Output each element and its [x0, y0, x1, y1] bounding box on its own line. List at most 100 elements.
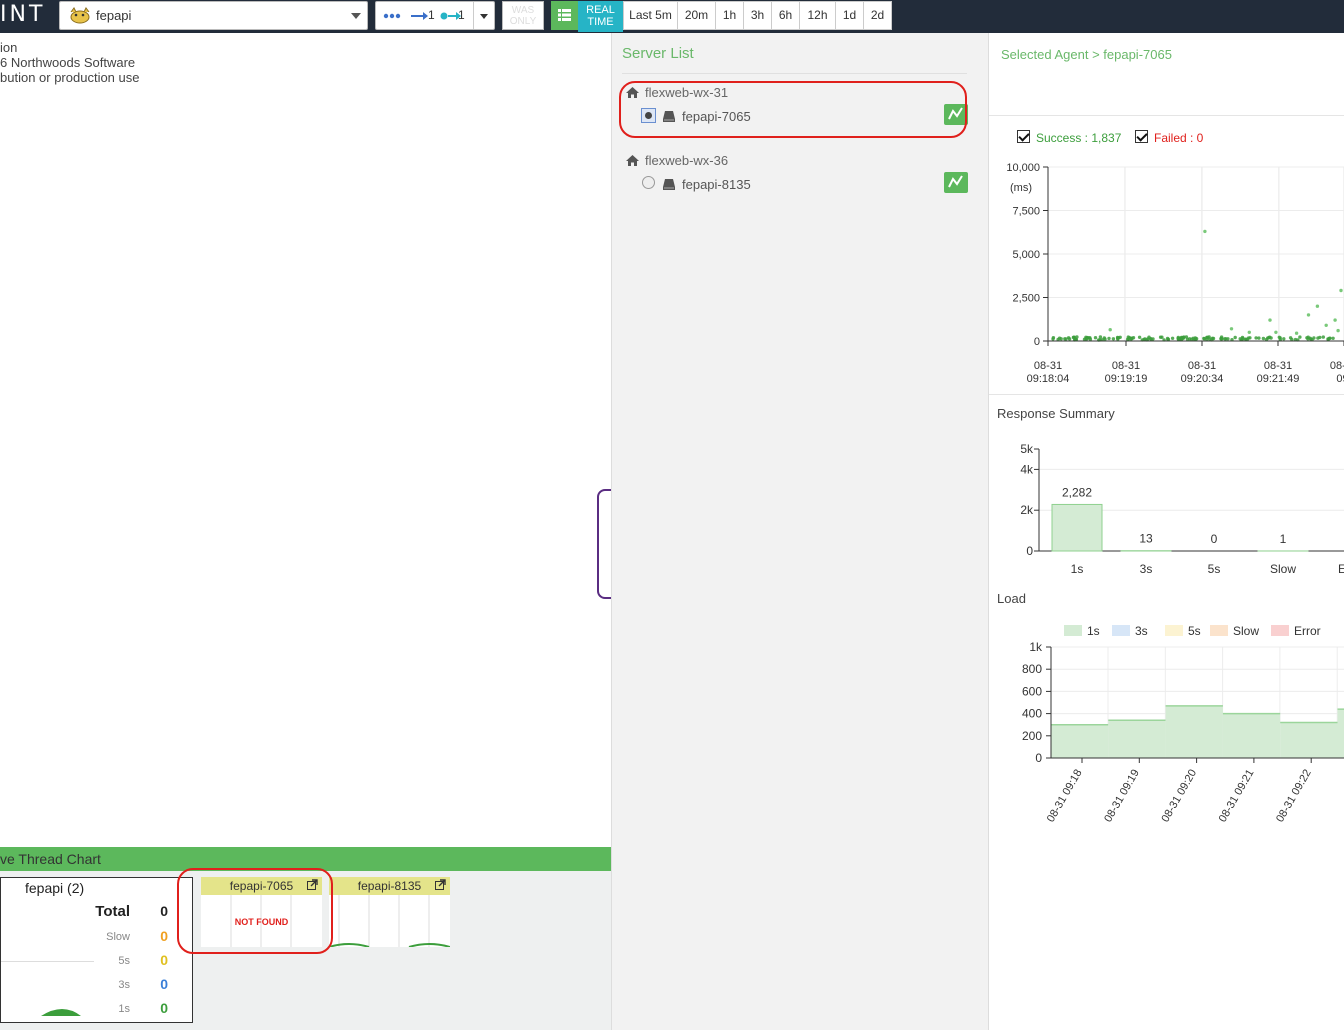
scatter-point [1306, 313, 1311, 317]
scatter-point [1333, 318, 1337, 322]
scatter-point [1194, 337, 1199, 341]
line-chart-icon [948, 175, 963, 188]
load-area-1s [1280, 722, 1338, 758]
info-line: 6 Northwoods Software [0, 55, 136, 70]
period-button[interactable]: 1h [716, 1, 744, 30]
scatter-point [1328, 336, 1332, 340]
x-tick-label: 09:18:04 [1027, 373, 1070, 385]
response-summary-chart: 5k 4k 2k 0 2,282 1s 13 3s 0 5s 1 Slow E [1020, 442, 1344, 576]
bar-value-label: 0 [1211, 532, 1218, 546]
y-tick-label: 7,500 [1012, 206, 1040, 218]
was-only-toggle[interactable]: WAS ONLY [502, 1, 544, 30]
scatter-point [1339, 288, 1343, 293]
x-tick-label: 08-31 09:21 [1217, 768, 1257, 825]
x-tick-label: 08-31 [1330, 360, 1344, 372]
x-tick-label: 5s [1208, 562, 1221, 576]
application-select[interactable]: fepapi [59, 1, 368, 30]
legend-swatch [1064, 625, 1082, 636]
list-icon [558, 9, 571, 21]
3s-value: 0 [160, 976, 168, 992]
5s-value: 0 [160, 952, 168, 968]
failed-checkbox[interactable] [1135, 130, 1148, 143]
failed-label: Failed : 0 [1154, 131, 1204, 145]
x-tick-label: 08-31 [1112, 360, 1140, 372]
inspector-chart-button[interactable] [944, 172, 968, 193]
legend-swatch [1165, 625, 1183, 636]
scatter-point [1059, 337, 1063, 341]
scatter-point [1336, 328, 1340, 333]
chevron-down-icon[interactable] [351, 13, 361, 19]
y-axis-label: (ms) [1010, 182, 1032, 194]
y-tick-label: 2k [1020, 503, 1034, 517]
bar-value-label: 13 [1139, 532, 1153, 546]
y-tick-label: 400 [1022, 707, 1042, 721]
scatter-point [1247, 330, 1251, 334]
x-tick-label: 09:19:19 [1105, 373, 1148, 385]
1s-label: 1s [118, 1003, 130, 1015]
load-area-1s [1165, 705, 1223, 758]
scatter-point [1233, 335, 1237, 340]
period-button[interactable]: 2d [864, 1, 892, 30]
response-time-scatter-chart[interactable]: 10,0007,5005,0002,5000(ms)08-3109:18:040… [989, 155, 1344, 390]
top-navigation-bar: INT fepapi 1 1 WAS ONLY REAL TIME Last 5… [0, 0, 1344, 33]
scatter-point [1316, 336, 1320, 340]
y-tick-label: 5,000 [1012, 249, 1040, 261]
server-map-filter[interactable]: 1 1 [375, 1, 495, 30]
y-tick-label: 1k [1029, 640, 1043, 654]
y-tick-label: 2,500 [1012, 293, 1040, 305]
success-checkbox[interactable] [1017, 130, 1030, 143]
home-icon [626, 155, 639, 166]
tomcat-icon [70, 7, 90, 24]
period-button[interactable]: Last 5m [623, 1, 678, 30]
info-line: ion [0, 40, 18, 55]
list-view-button[interactable] [551, 1, 578, 30]
y-tick-label: 10,000 [1006, 162, 1040, 174]
inbound-count: 1 [428, 8, 435, 22]
period-button[interactable]: 1d [836, 1, 864, 30]
period-button[interactable]: 12h [800, 1, 836, 30]
agent-card-grid [329, 895, 450, 947]
scatter-point [1261, 336, 1266, 341]
period-button[interactable]: 6h [772, 1, 800, 30]
x-tick-label: 08-31 [1034, 360, 1062, 372]
legend-label: 5s [1188, 624, 1201, 638]
application-name: fepapi [96, 8, 132, 23]
x-tick-label: 3s [1140, 562, 1153, 576]
agent-name[interactable]: fepapi-8135 [682, 177, 751, 192]
scatter-point [1166, 337, 1171, 341]
bar-value-label: 1 [1280, 532, 1287, 546]
agent-card-fepapi-8135[interactable]: fepapi-8135 [329, 877, 450, 947]
x-tick-label: 08-31 09:20 [1159, 768, 1199, 825]
scatter-point [1158, 335, 1163, 339]
scatter-point [1098, 335, 1103, 339]
period-button[interactable]: 3h [744, 1, 772, 30]
scatter-point [1202, 336, 1206, 341]
y-tick-label: 0 [1034, 336, 1040, 348]
annotation-highlight [619, 81, 967, 138]
period-button[interactable]: 20m [678, 1, 716, 30]
slow-value: 0 [160, 928, 168, 944]
server-list-title: Server List [622, 45, 694, 62]
scatter-point [1331, 336, 1335, 340]
x-tick-label: 08-31 [1188, 360, 1216, 372]
scatter-point [1066, 336, 1071, 340]
y-tick-label: 800 [1022, 662, 1042, 676]
chevron-down-icon[interactable] [480, 14, 488, 19]
external-link-icon[interactable] [435, 879, 446, 890]
scatter-point [1219, 335, 1224, 339]
selected-agent-title: Selected Agent > fepapi-7065 [1001, 47, 1172, 62]
y-tick-label: 200 [1022, 729, 1042, 743]
real-time-button[interactable]: REAL TIME [578, 1, 623, 32]
pinpoint-logo[interactable]: INT [0, 2, 45, 27]
1s-value: 0 [160, 1000, 168, 1016]
agent-radio[interactable] [642, 176, 655, 189]
scatter-point [1146, 337, 1150, 341]
scatter-point [1257, 336, 1261, 340]
thread-sparkline [1, 1009, 81, 1016]
y-tick-label: 5k [1020, 442, 1034, 456]
y-tick-label: 0 [1035, 751, 1042, 765]
scatter-point [1170, 336, 1175, 340]
scatter-point [1274, 330, 1278, 334]
scatter-point [1102, 336, 1106, 340]
scatter-point [1321, 335, 1325, 339]
